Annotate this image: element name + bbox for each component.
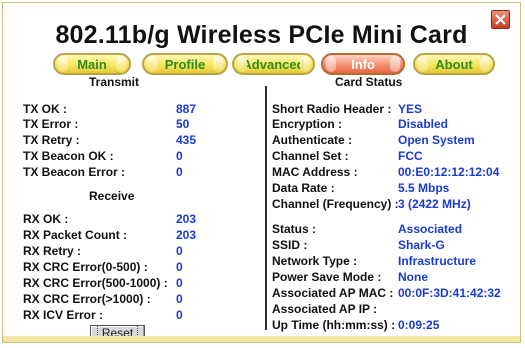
data-rate-label: Data Rate : (272, 181, 335, 195)
encryption-label: Encryption : (272, 117, 343, 131)
channel-set-value: FCC (398, 149, 423, 163)
tx-error-value: 50 (176, 117, 190, 131)
rx-crc-1000-plus-value: 0 (176, 292, 183, 306)
rx-retry-label: RX Retry : (23, 244, 82, 258)
status-label: Status : (272, 222, 317, 236)
data-rate-value: 5.5 Mbps (398, 181, 450, 195)
rx-ok-value: 203 (176, 212, 197, 226)
window-title: 802.11b/g Wireless PCIe Mini Card (55, 21, 468, 49)
associated-ap-mac-value: 00:0F:3D:41:42:32 (398, 286, 501, 300)
tx-retry-label: TX Retry : (23, 133, 80, 147)
rx-packet-count-label: RX Packet Count : (23, 228, 128, 242)
tx-retry-value: 435 (176, 133, 197, 147)
short-radio-header-value: YES (398, 102, 423, 116)
rx-retry-value: 0 (176, 244, 183, 258)
tab-profile[interactable]: Profile (142, 53, 228, 75)
rx-packet-count-value: 203 (176, 228, 197, 242)
tab-info-label: Info (351, 56, 375, 72)
section-divider (265, 86, 267, 330)
close-button[interactable] (491, 10, 510, 29)
network-type-label: Network Type : (272, 254, 358, 268)
tx-beacon-ok-label: TX Beacon OK : (23, 149, 114, 163)
rx-crc-0-500-value: 0 (176, 260, 183, 274)
rx-crc-500-1000-label: RX CRC Error(500-1000) : (23, 276, 168, 290)
tx-beacon-error-value: 0 (176, 165, 183, 179)
power-save-mode-label: Power Save Mode : (272, 270, 382, 284)
transmit-title: Transmit (89, 75, 140, 89)
mac-address-label: MAC Address : (272, 165, 358, 179)
card-status-title: Card Status (335, 75, 403, 89)
tx-ok-value: 887 (176, 102, 197, 116)
tab-profile-label: Profile (164, 56, 206, 72)
rx-crc-0-500-label: RX CRC Error(0-500) : (23, 260, 148, 274)
authenticate-value: Open System (398, 133, 475, 147)
tab-bar: Main Profile Advanced Info About (3, 53, 520, 78)
close-icon (495, 14, 506, 25)
tx-beacon-ok-value: 0 (176, 149, 183, 163)
rx-icv-error-value: 0 (176, 308, 183, 322)
bottom-strip (3, 336, 520, 342)
ssid-label: SSID : (272, 238, 308, 252)
associated-ap-mac-label: Associated AP MAC : (272, 286, 394, 300)
associated-ap-ip-label: Associated AP IP : (272, 302, 378, 316)
short-radio-header-label: Short Radio Header : (272, 102, 392, 116)
channel-frequency-value: 3 (2422 MHz) (398, 197, 471, 211)
tab-main[interactable]: Main (53, 53, 131, 75)
status-value: Associated (398, 222, 463, 236)
up-time-value: 0:09:25 (398, 318, 440, 332)
tx-ok-label: TX OK : (23, 102, 67, 116)
network-type-value: Infrastructure (398, 254, 477, 268)
app-window: 802.11b/g Wireless PCIe Mini Card Main P… (2, 2, 521, 343)
ssid-value: Shark-G (398, 238, 445, 252)
channel-set-label: Channel Set : (272, 149, 349, 163)
tx-error-label: TX Error : (23, 117, 79, 131)
tx-beacon-error-label: TX Beacon Error : (23, 165, 126, 179)
receive-title: Receive (89, 189, 135, 203)
up-time-label: Up Time (hh:mm:ss) : (272, 318, 396, 332)
encryption-value: Disabled (398, 117, 449, 131)
tab-main-label: Main (77, 56, 107, 72)
power-save-mode-value: None (398, 270, 428, 284)
channel-frequency-label: Channel (Frequency) : (272, 197, 399, 211)
authenticate-label: Authenticate : (272, 133, 353, 147)
rx-ok-label: RX OK : (23, 212, 69, 226)
rx-crc-500-1000-value: 0 (176, 276, 183, 290)
tab-info[interactable]: Info (321, 53, 405, 75)
rx-crc-1000-plus-label: RX CRC Error(>1000) : (23, 292, 151, 306)
tab-advanced-label: Advanced (242, 56, 305, 72)
tab-about-label: About (435, 56, 473, 72)
mac-address-value: 00:E0:12:12:12:04 (398, 165, 500, 179)
tab-advanced[interactable]: Advanced (232, 53, 315, 75)
rx-icv-error-label: RX ICV Error : (23, 308, 104, 322)
tab-about[interactable]: About (413, 53, 495, 75)
